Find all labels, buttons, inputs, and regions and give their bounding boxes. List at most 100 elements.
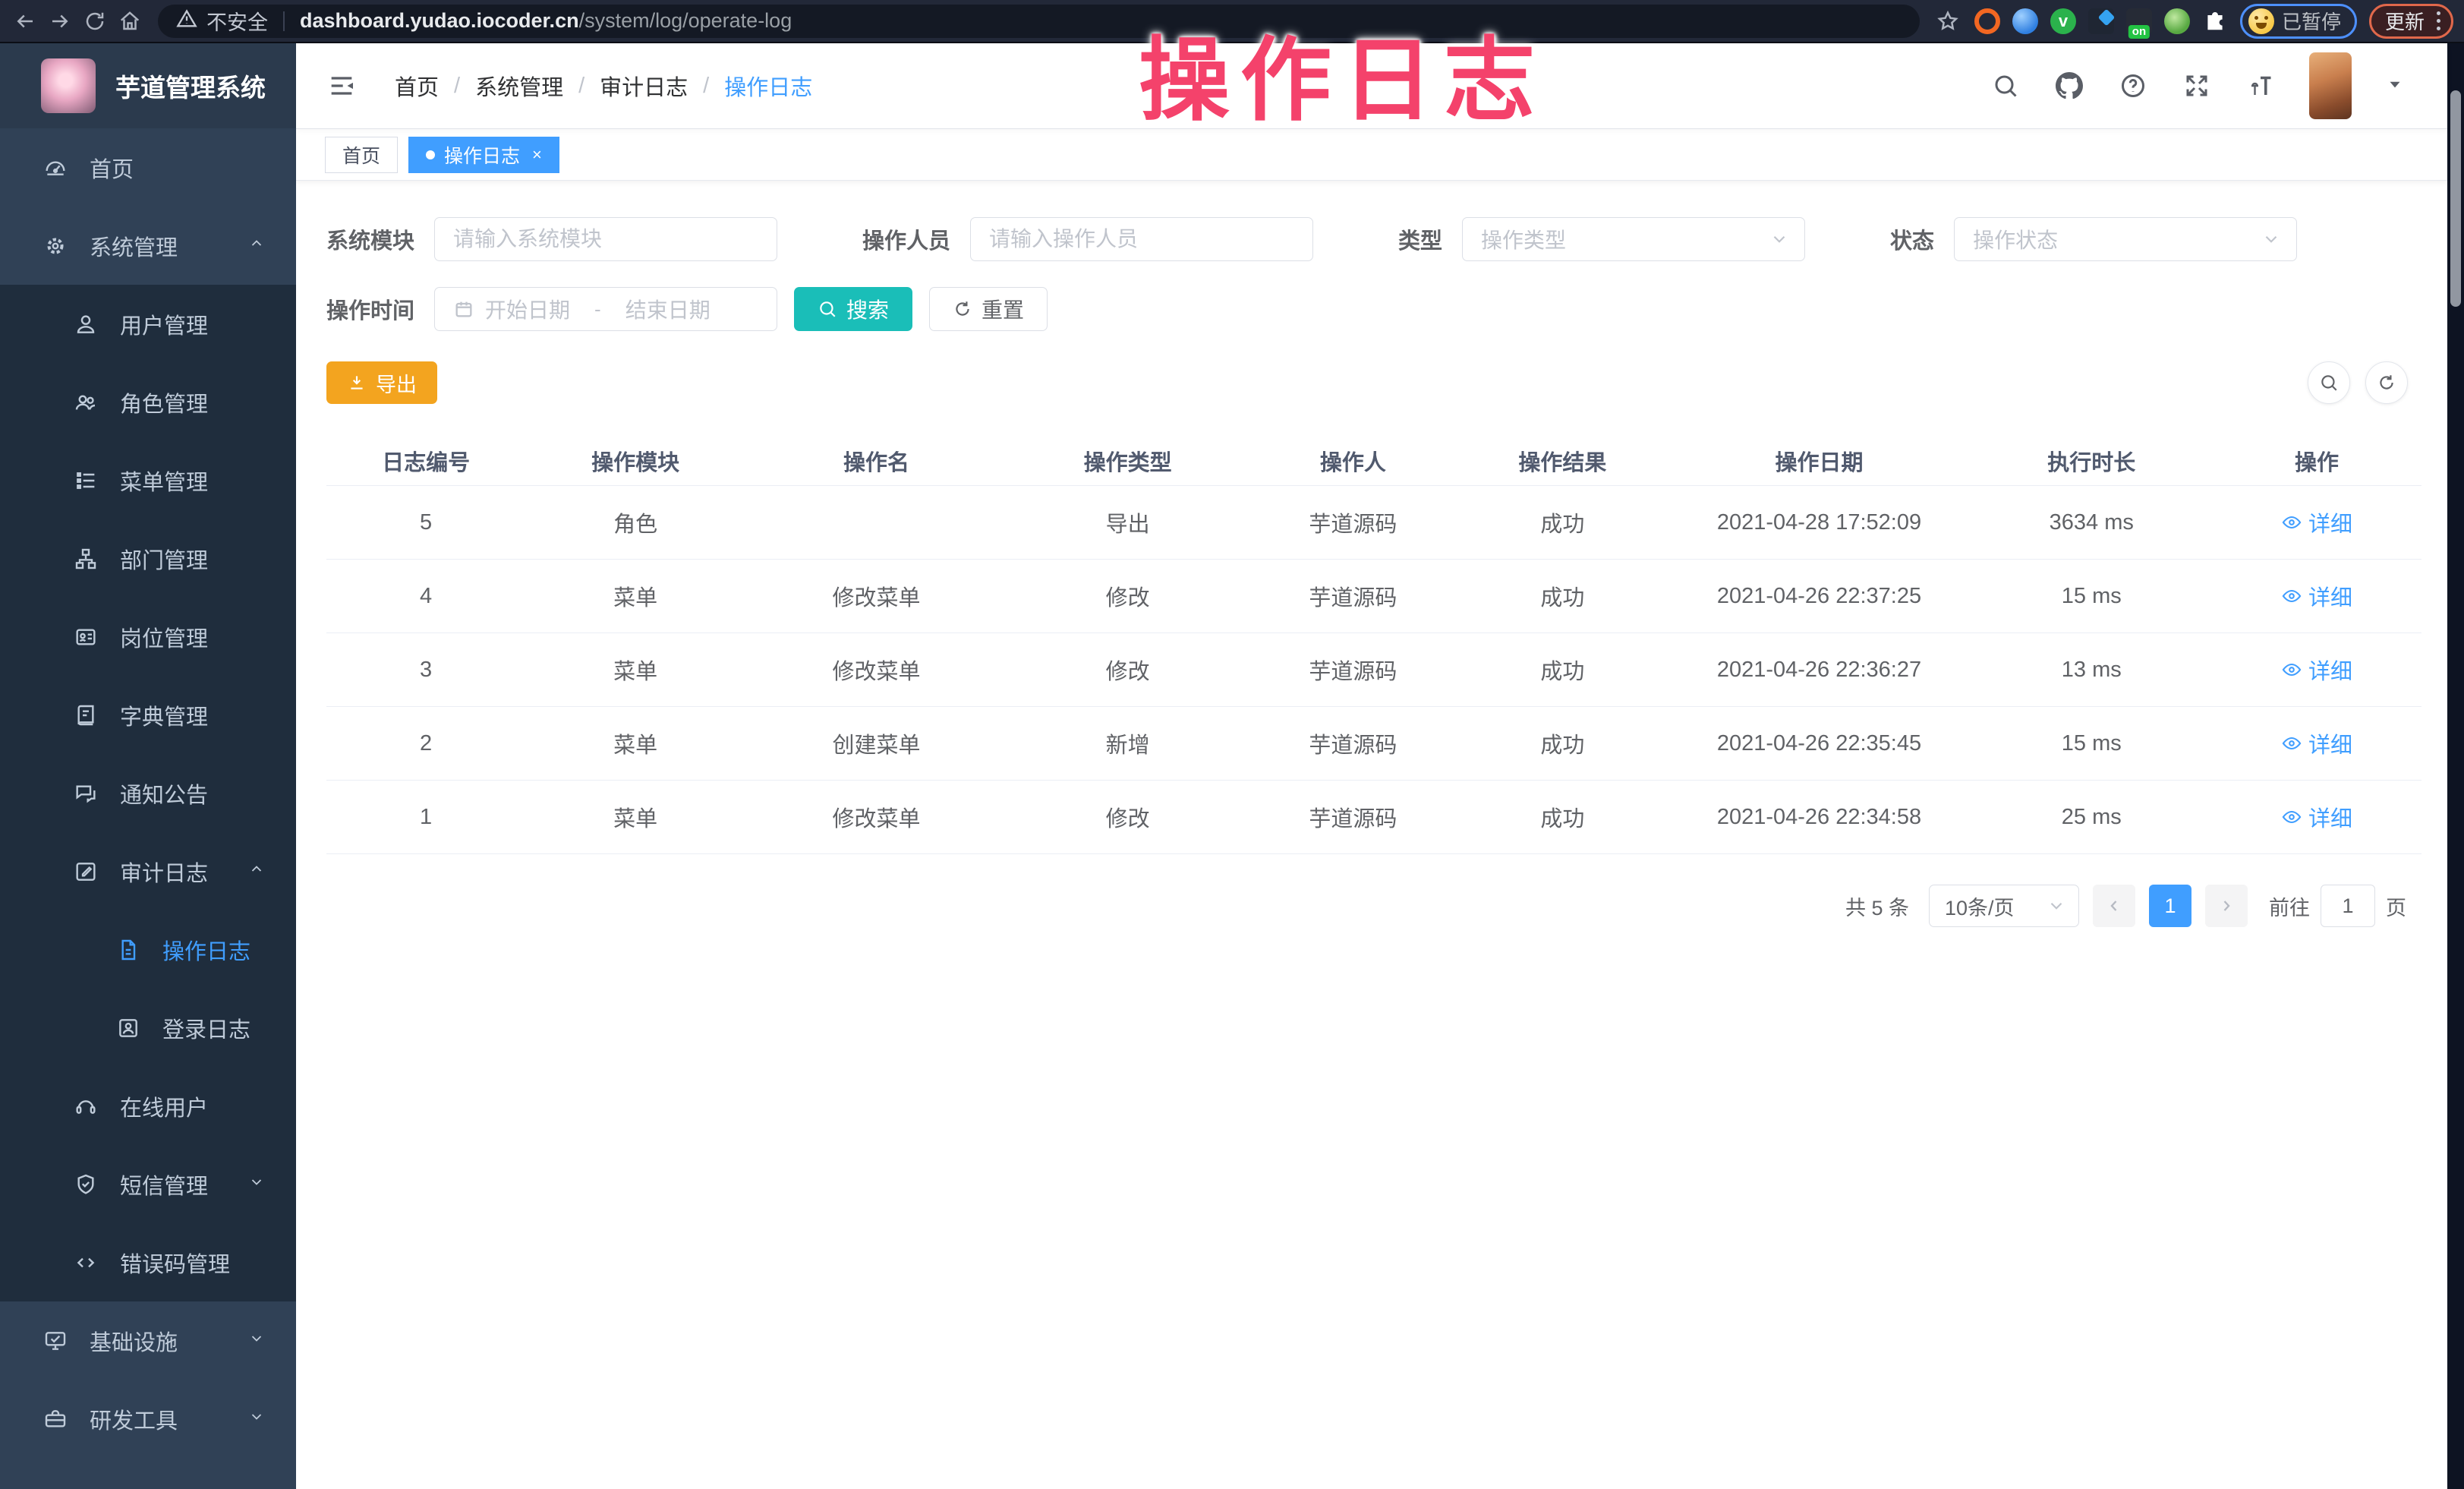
- extension-pin-icon[interactable]: [2012, 8, 2038, 34]
- chevron-down-icon: [1769, 229, 1789, 249]
- extension-switch-icon[interactable]: on: [2126, 8, 2152, 34]
- type-select[interactable]: 操作类型: [1462, 217, 1805, 261]
- status-select[interactable]: 操作状态: [1954, 217, 2297, 261]
- cell-operator: 芋道源码: [1248, 727, 1457, 759]
- table-row-1: 1菜单修改菜单修改芋道源码成功2021-04-26 22:34:5825 ms详…: [326, 781, 2421, 854]
- detail-link[interactable]: 详细: [2281, 801, 2352, 833]
- github-icon[interactable]: [2054, 71, 2084, 101]
- column-header-5: 操作结果: [1457, 445, 1667, 477]
- search-button[interactable]: 搜索: [794, 287, 912, 331]
- extension-green-check-icon[interactable]: v: [2050, 8, 2076, 34]
- help-icon[interactable]: [2118, 71, 2148, 101]
- dictionary-icon: [73, 702, 99, 728]
- sidebar-item-8[interactable]: 通知公告: [0, 754, 296, 832]
- pagination: 共 5 条 10条/页 1 前往 页: [326, 885, 2421, 927]
- extension-ring-icon[interactable]: [1974, 8, 2000, 34]
- next-page-button[interactable]: [2205, 885, 2248, 927]
- breadcrumb-item-1[interactable]: 系统管理: [475, 70, 563, 102]
- chevron-down-icon: [247, 1328, 266, 1353]
- browser-update-button[interactable]: 更新: [2369, 4, 2453, 39]
- goto-page-input[interactable]: [2321, 885, 2375, 927]
- cell-action: 详细: [2212, 654, 2421, 686]
- breadcrumb: 首页/系统管理/审计日志/操作日志: [395, 70, 812, 102]
- sidebar-item-10-active[interactable]: 操作日志: [0, 910, 296, 989]
- page-number-1[interactable]: 1: [2149, 885, 2191, 927]
- detail-link-label: 详细: [2308, 727, 2352, 759]
- sidebar-item-14[interactable]: 错误码管理: [0, 1223, 296, 1301]
- refresh-icon[interactable]: [2365, 361, 2408, 404]
- cell-result: 成功: [1457, 654, 1667, 686]
- cell-action: 详细: [2212, 580, 2421, 613]
- browser-reload-icon[interactable]: [80, 7, 109, 36]
- address-url[interactable]: dashboard.yudao.iocoder.cn/system/log/op…: [300, 9, 792, 33]
- tag-label: 操作日志: [444, 141, 520, 169]
- sidebar-item-9[interactable]: 审计日志: [0, 832, 296, 910]
- bookmark-star-icon[interactable]: [1933, 7, 1962, 36]
- browser-menu-kebab-icon[interactable]: [2434, 11, 2444, 30]
- announcement-icon: [73, 781, 99, 806]
- extensions-puzzle-icon[interactable]: [2202, 8, 2228, 34]
- sidebar-item-15[interactable]: 基础设施: [0, 1301, 296, 1380]
- sidebar-item-label: 短信管理: [120, 1169, 208, 1200]
- cell-duration: 13 ms: [1971, 658, 2212, 683]
- cell-name: 创建菜单: [745, 727, 1007, 759]
- column-header-8: 操作: [2212, 445, 2421, 477]
- detail-link[interactable]: 详细: [2281, 506, 2352, 538]
- sidebar-item-7[interactable]: 字典管理: [0, 676, 296, 754]
- security-label[interactable]: 不安全: [206, 6, 268, 36]
- profile-paused-pill[interactable]: 已暂停: [2240, 4, 2357, 39]
- module-input[interactable]: [453, 227, 758, 251]
- collapse-menu-icon[interactable]: [325, 69, 358, 103]
- sidebar-item-6[interactable]: 岗位管理: [0, 598, 296, 676]
- topbar-actions: [1990, 52, 2447, 119]
- operate-log-table: 日志编号操作模块操作名操作类型操作人操作结果操作日期执行时长操作 5角色导出芋道…: [326, 436, 2421, 854]
- detail-link[interactable]: 详细: [2281, 654, 2352, 686]
- fullscreen-icon[interactable]: [2182, 71, 2212, 101]
- tag-1-active[interactable]: 操作日志 ×: [408, 137, 559, 173]
- sidebar-item-label: 审计日志: [120, 856, 208, 888]
- operator-input[interactable]: [989, 227, 1294, 251]
- sidebar-item-5[interactable]: 部门管理: [0, 519, 296, 598]
- breadcrumb-item-2[interactable]: 审计日志: [600, 70, 688, 102]
- sidebar-item-3[interactable]: 角色管理: [0, 363, 296, 441]
- cell-module: 角色: [525, 506, 745, 538]
- detail-link[interactable]: 详细: [2281, 727, 2352, 759]
- reset-button[interactable]: 重置: [929, 287, 1048, 331]
- sidebar-item-2[interactable]: 用户管理: [0, 285, 296, 363]
- extension-leaf-icon[interactable]: [2164, 8, 2190, 34]
- page-size-select[interactable]: 10条/页: [1929, 885, 2079, 927]
- browser-forward-icon[interactable]: [46, 7, 74, 36]
- date-range-picker[interactable]: 开始日期 - 结束日期: [434, 287, 777, 331]
- sidebar-logo-row[interactable]: 芋道管理系统: [0, 43, 296, 128]
- sidebar-item-16[interactable]: 研发工具: [0, 1380, 296, 1458]
- extension-gem-icon[interactable]: [2088, 8, 2114, 34]
- scrollbar-thumb[interactable]: [2450, 90, 2461, 307]
- user-avatar[interactable]: [2309, 52, 2352, 119]
- sidebar-item-4[interactable]: 菜单管理: [0, 441, 296, 519]
- browser-home-icon[interactable]: [115, 7, 144, 36]
- sidebar-item-1[interactable]: 系统管理: [0, 207, 296, 285]
- cell-date: 2021-04-28 17:52:09: [1667, 510, 1971, 535]
- detail-link-label: 详细: [2308, 506, 2352, 538]
- font-size-icon[interactable]: [2245, 71, 2276, 101]
- browser-back-icon[interactable]: [11, 7, 39, 36]
- tag-close-icon[interactable]: ×: [532, 147, 542, 163]
- sidebar-item-0[interactable]: 首页: [0, 128, 296, 207]
- pagination-total: 共 5 条: [1845, 891, 1909, 921]
- sidebar-item-11[interactable]: 登录日志: [0, 989, 296, 1067]
- export-button[interactable]: 导出: [326, 361, 437, 404]
- sidebar-item-label: 角色管理: [120, 386, 208, 418]
- eye-icon: [2281, 733, 2302, 754]
- prev-page-button[interactable]: [2093, 885, 2135, 927]
- breadcrumb-item-0[interactable]: 首页: [395, 70, 439, 102]
- monitor-icon: [43, 1328, 68, 1354]
- chevron-down-icon: [247, 1406, 266, 1431]
- sidebar-item-13[interactable]: 短信管理: [0, 1145, 296, 1223]
- sidebar-item-12[interactable]: 在线用户: [0, 1067, 296, 1145]
- show-search-icon[interactable]: [2308, 361, 2350, 404]
- search-icon[interactable]: [1990, 71, 2021, 101]
- chevron-down-icon[interactable]: [2385, 74, 2405, 98]
- address-bar[interactable]: 不安全 dashboard.yudao.iocoder.cn/system/lo…: [158, 5, 1920, 38]
- tag-0[interactable]: 首页: [325, 137, 398, 173]
- detail-link[interactable]: 详细: [2281, 580, 2352, 612]
